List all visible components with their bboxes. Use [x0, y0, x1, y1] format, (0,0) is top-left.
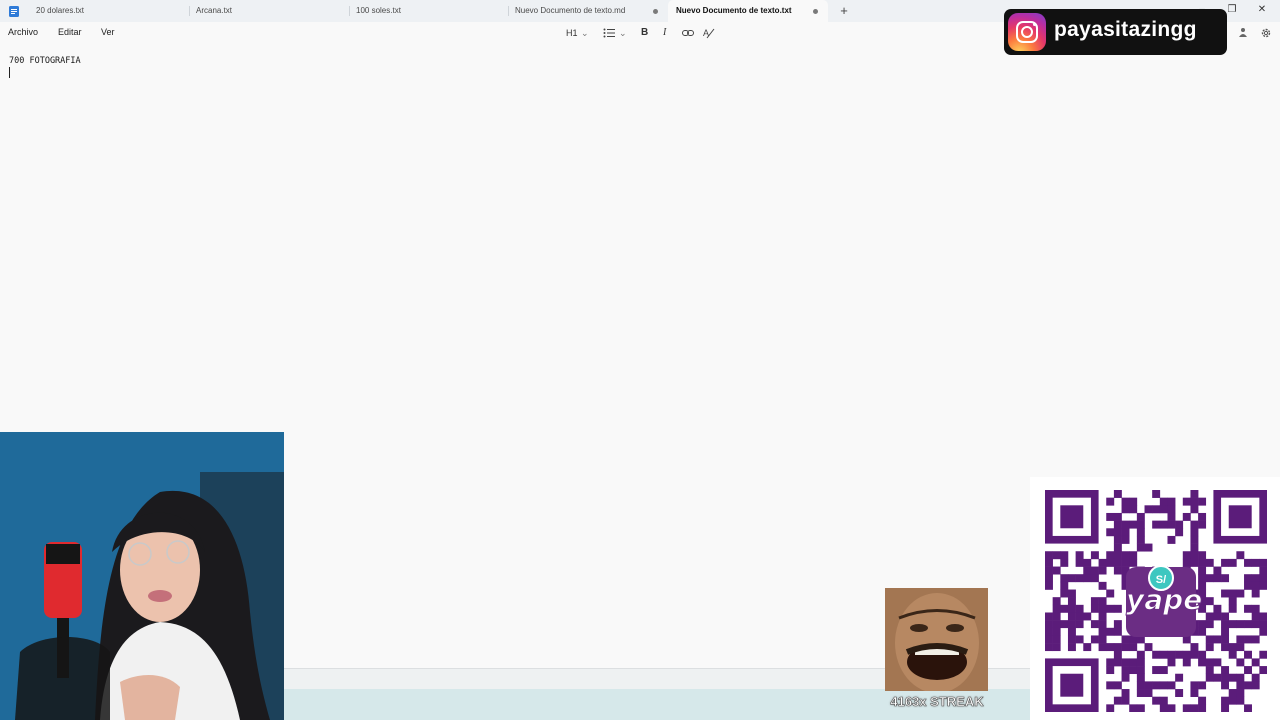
chevron-down-icon[interactable]: ⌄: [619, 26, 627, 40]
text-caret: [9, 67, 10, 78]
menu-editar[interactable]: Editar: [58, 27, 82, 37]
tab-arcana[interactable]: Arcana.txt: [188, 0, 348, 22]
tab-label: 100 soles.txt: [356, 6, 401, 15]
chevron-down-icon[interactable]: ⌄: [581, 26, 589, 40]
list-icon[interactable]: [603, 26, 615, 40]
maximize-button[interactable]: ❐: [1225, 3, 1239, 17]
soles-currency-icon: S/: [1148, 565, 1174, 591]
reaction-image: [885, 588, 988, 691]
streak-counter: 4163x STREAK: [890, 694, 984, 710]
italic-button[interactable]: I: [663, 26, 666, 40]
tab-label: 20 dolares.txt: [36, 6, 85, 15]
close-button[interactable]: ✕: [1255, 3, 1269, 17]
document-line[interactable]: 700 FOTOGRAFIA: [9, 56, 81, 66]
link-icon[interactable]: [682, 26, 694, 40]
heading-button[interactable]: H1: [566, 26, 578, 40]
tab-nuevo-documento-md[interactable]: Nuevo Documento de texto.md: [507, 0, 667, 22]
clear-formatting-icon[interactable]: A: [703, 26, 715, 40]
instagram-handle: payasitazingg: [1054, 18, 1197, 41]
notepad-app-icon: [9, 6, 19, 17]
tab-100-soles[interactable]: 100 soles.txt: [348, 0, 508, 22]
account-icon[interactable]: [1238, 27, 1248, 40]
instagram-overlay: payasitazingg: [1004, 9, 1227, 55]
tab-20-dolares[interactable]: 20 dolares.txt: [28, 0, 188, 22]
menu-ver[interactable]: Ver: [101, 27, 115, 37]
unsaved-dot-icon[interactable]: [653, 9, 658, 14]
tab-label: Nuevo Documento de texto.txt: [676, 6, 792, 15]
new-tab-button[interactable]: +: [838, 3, 850, 19]
webcam-feed: [0, 432, 284, 720]
tab-label: Nuevo Documento de texto.md: [515, 6, 626, 15]
settings-gear-icon[interactable]: [1260, 27, 1272, 42]
unsaved-dot-icon[interactable]: [813, 9, 818, 14]
tab-nuevo-documento-txt[interactable]: Nuevo Documento de texto.txt: [668, 0, 828, 22]
tab-label: Arcana.txt: [196, 6, 233, 15]
streamer-image: [0, 432, 284, 720]
bold-button[interactable]: B: [641, 26, 648, 40]
menu-archivo[interactable]: Archivo: [8, 27, 38, 37]
instagram-icon: [1008, 13, 1046, 51]
